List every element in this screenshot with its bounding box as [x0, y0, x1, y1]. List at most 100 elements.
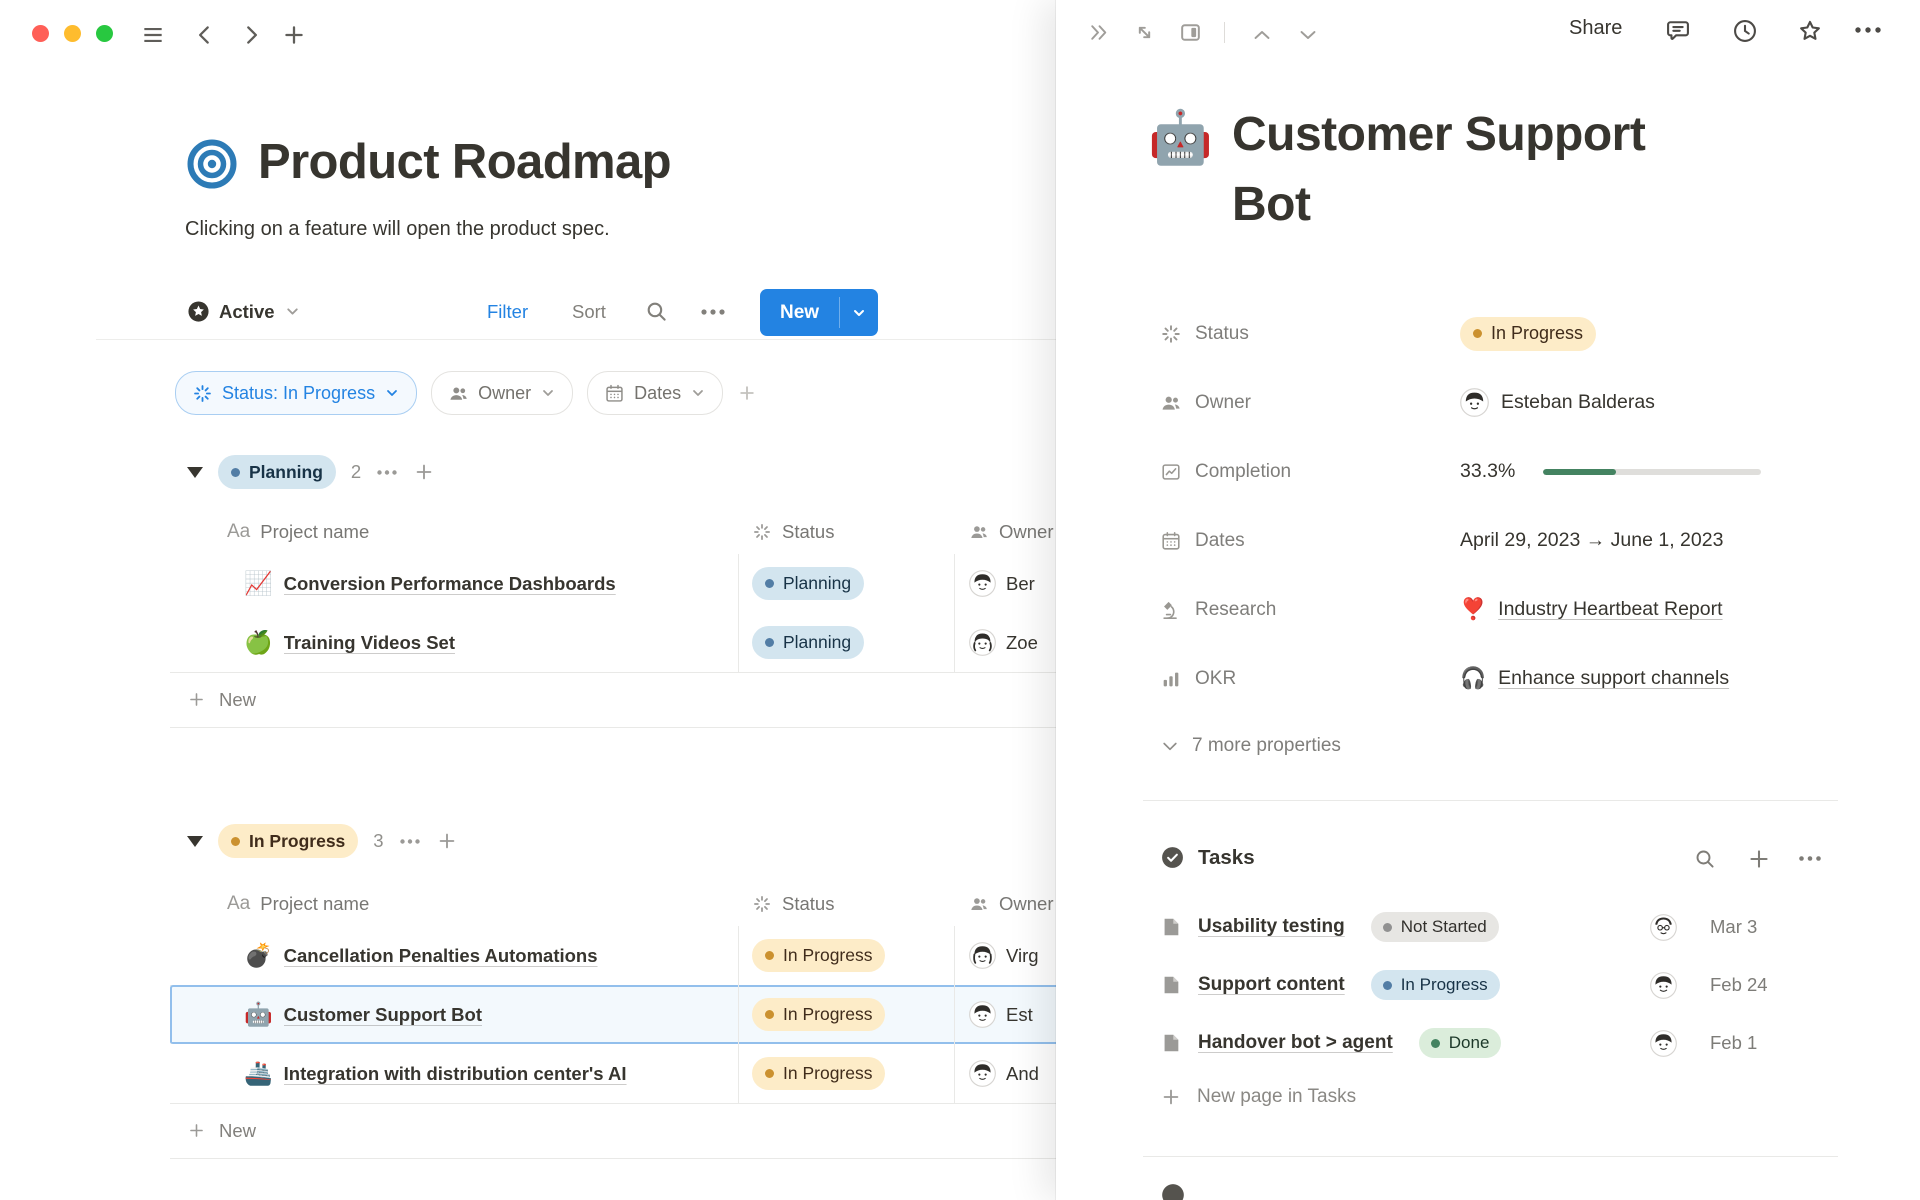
tasks-search-icon[interactable]	[1693, 847, 1717, 871]
task-row[interactable]: Usability testing Not Started Mar 3	[1160, 898, 1880, 956]
side-peek-toggle-icon[interactable]	[1178, 20, 1203, 45]
group-tag[interactable]: Planning	[218, 455, 336, 489]
task-status-tag[interactable]: In Progress	[1371, 970, 1500, 1000]
property-row-status[interactable]: Status In Progress	[1160, 299, 1880, 368]
status-tag[interactable]: In Progress	[1460, 317, 1596, 351]
group-options-icon[interactable]	[376, 469, 398, 476]
project-name-link[interactable]: Cancellation Penalties Automations	[284, 945, 598, 967]
property-value[interactable]: 33.3%	[1460, 460, 1761, 483]
next-page-icon[interactable]	[1296, 23, 1320, 47]
group-header-planning[interactable]: Planning 2	[187, 455, 435, 489]
project-name-link[interactable]: Conversion Performance Dashboards	[284, 573, 616, 595]
property-row-research[interactable]: Research ❣️ Industry Heartbeat Report	[1160, 575, 1880, 644]
task-name-link[interactable]: Usability testing	[1198, 916, 1345, 938]
more-properties-button[interactable]: 7 more properties	[1160, 735, 1341, 757]
property-value[interactable]: April 29, 2023 → June 1, 2023	[1460, 529, 1723, 552]
share-button[interactable]: Share	[1569, 17, 1622, 40]
task-row[interactable]: Handover bot > agent Done Feb 1	[1160, 1014, 1880, 1072]
close-peek-icon[interactable]	[1086, 20, 1111, 45]
updates-clock-icon[interactable]	[1731, 17, 1759, 45]
status-tag[interactable]: In Progress	[752, 939, 885, 972]
new-row-button[interactable]: New	[170, 1103, 1056, 1159]
back-icon[interactable]	[192, 22, 218, 48]
sort-button[interactable]: Sort	[572, 301, 606, 323]
add-filter-icon[interactable]	[737, 383, 757, 403]
property-label[interactable]: Dates	[1160, 530, 1245, 552]
property-label[interactable]: Research	[1160, 599, 1276, 621]
column-header-name[interactable]: Aa Project name	[170, 510, 739, 554]
relation-link[interactable]: Industry Heartbeat Report	[1498, 598, 1722, 621]
table-row[interactable]: 💣 Cancellation Penalties Automations In …	[170, 926, 1056, 986]
property-row-owner[interactable]: Owner Esteban Balderas	[1160, 368, 1880, 437]
property-value[interactable]: ❣️ Industry Heartbeat Report	[1460, 598, 1723, 622]
page-icon-bullseye[interactable]	[186, 138, 238, 190]
comments-icon[interactable]	[1664, 17, 1692, 45]
project-name-link[interactable]: Integration with distribution center's A…	[284, 1063, 627, 1085]
group-header-in-progress[interactable]: In Progress 3	[187, 824, 458, 858]
property-value[interactable]: 🎧 Enhance support channels	[1460, 667, 1729, 691]
property-row-okr[interactable]: OKR 🎧 Enhance support channels	[1160, 644, 1880, 713]
tasks-add-icon[interactable]	[1746, 846, 1772, 872]
property-label[interactable]: Owner	[1160, 392, 1251, 414]
expand-page-icon[interactable]	[1132, 20, 1157, 45]
filter-chip-status[interactable]: Status: In Progress	[175, 371, 417, 415]
new-page-in-tasks-button[interactable]: New page in Tasks	[1160, 1086, 1356, 1108]
property-row-dates[interactable]: Dates April 29, 2023 → June 1, 2023	[1160, 506, 1880, 575]
search-icon[interactable]	[644, 299, 669, 324]
group-add-icon[interactable]	[413, 461, 435, 483]
status-tag[interactable]: In Progress	[752, 998, 885, 1031]
column-header-owner[interactable]: Owner	[955, 882, 1056, 926]
task-status-tag[interactable]: Not Started	[1371, 912, 1499, 942]
task-name-link[interactable]: Support content	[1198, 974, 1345, 996]
group-tag[interactable]: In Progress	[218, 824, 358, 858]
column-header-status[interactable]: Status	[739, 510, 955, 554]
table-row[interactable]: 🍏 Training Videos Set Planning Zoe	[170, 613, 1056, 673]
people-icon	[448, 383, 469, 404]
task-name-link[interactable]: Handover bot > agent	[1198, 1032, 1393, 1054]
property-value[interactable]: In Progress	[1460, 317, 1596, 351]
filter-chip-dates[interactable]: Dates	[587, 371, 723, 415]
status-tag[interactable]: Planning	[752, 626, 864, 659]
view-options-icon[interactable]	[700, 308, 726, 316]
property-row-completion[interactable]: Completion 33.3%	[1160, 437, 1880, 506]
project-name-link[interactable]: Customer Support Bot	[284, 1004, 482, 1026]
project-name-link[interactable]: Training Videos Set	[284, 632, 455, 654]
page-emoji-icon[interactable]: 🤖	[1148, 112, 1213, 164]
relation-link[interactable]: Enhance support channels	[1498, 667, 1729, 690]
property-label[interactable]: Status	[1160, 323, 1249, 345]
sidebar-menu-icon[interactable]	[140, 22, 166, 48]
table-row-selected[interactable]: 🤖 Customer Support Bot In Progress Est	[170, 985, 1056, 1045]
property-value[interactable]: Esteban Balderas	[1460, 388, 1655, 417]
task-row[interactable]: Support content In Progress Feb 24	[1160, 956, 1880, 1014]
column-header-name[interactable]: Aa Project name	[170, 882, 739, 926]
task-status-tag[interactable]: Done	[1419, 1028, 1502, 1058]
column-header-status[interactable]: Status	[739, 882, 955, 926]
forward-icon[interactable]	[238, 22, 264, 48]
status-tag[interactable]: In Progress	[752, 1057, 885, 1090]
property-label[interactable]: Completion	[1160, 461, 1291, 483]
traffic-light-zoom[interactable]	[96, 25, 113, 42]
new-button-label[interactable]: New	[760, 289, 839, 336]
column-header-owner[interactable]: Owner	[955, 510, 1056, 554]
table-row[interactable]: 📈 Conversion Performance Dashboards Plan…	[170, 554, 1056, 614]
traffic-light-minimize[interactable]	[64, 25, 81, 42]
filter-button[interactable]: Filter	[487, 301, 528, 323]
group-add-icon[interactable]	[436, 830, 458, 852]
new-tab-icon[interactable]	[281, 22, 307, 48]
new-button[interactable]: New	[760, 289, 878, 336]
property-label[interactable]: OKR	[1160, 668, 1236, 690]
new-button-chevron-icon[interactable]	[840, 289, 878, 336]
view-switcher[interactable]: Active	[187, 300, 301, 323]
group-options-icon[interactable]	[399, 838, 421, 845]
filter-chip-owner[interactable]: Owner	[431, 371, 573, 415]
collapse-triangle-icon[interactable]	[187, 836, 203, 847]
more-options-icon[interactable]	[1854, 26, 1882, 34]
status-tag[interactable]: Planning	[752, 567, 864, 600]
new-row-button[interactable]: New	[170, 672, 1056, 728]
previous-page-icon[interactable]	[1250, 23, 1274, 47]
favorite-star-icon[interactable]	[1796, 17, 1824, 45]
tasks-options-icon[interactable]	[1798, 855, 1822, 862]
table-row[interactable]: 🚢 Integration with distribution center's…	[170, 1044, 1056, 1104]
traffic-light-close[interactable]	[32, 25, 49, 42]
collapse-triangle-icon[interactable]	[187, 467, 203, 478]
